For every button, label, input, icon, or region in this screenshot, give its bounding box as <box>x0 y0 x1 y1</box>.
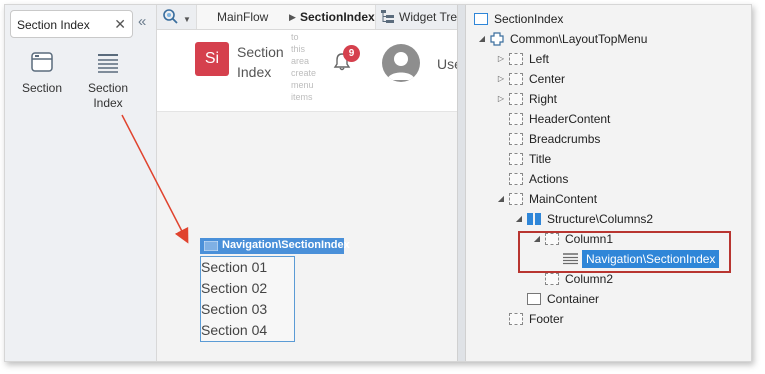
toolbox-search[interactable]: ✕ <box>10 10 133 38</box>
list-item[interactable]: Section 02 <box>201 278 294 299</box>
list-item[interactable]: Section 01 <box>201 257 294 278</box>
hint-line: create <box>291 68 317 78</box>
chevron-down-icon[interactable]: ▼ <box>183 15 191 24</box>
tree-label: Right <box>529 92 558 106</box>
screen-canvas[interactable]: ▼ MainFlow ▶ SectionIndex Widget Tree Si… <box>157 5 464 361</box>
placeholder-icon <box>509 73 523 85</box>
app-name-line: Section <box>237 44 284 60</box>
avatar <box>382 44 420 82</box>
section-index-widget[interactable]: Section 01 Section 02 Section 03 Section… <box>200 256 295 342</box>
hint-line: this <box>291 44 306 54</box>
tree-label: Footer <box>529 312 564 326</box>
chevron-right-icon: ▶ <box>289 12 296 22</box>
toolbox-widget-section-index[interactable]: Section Index <box>83 51 133 111</box>
screen-header-preview: Si Section Index to this area create men… <box>157 30 457 112</box>
placeholder-icon <box>545 273 559 285</box>
placeholder-icon <box>509 313 523 325</box>
chip-label: Navigation\SectionIndex <box>222 239 350 251</box>
placeholder-icon <box>509 173 523 185</box>
tree-label: Container <box>547 292 600 306</box>
placeholder-icon <box>509 153 523 165</box>
expanded-icon[interactable]: ◢ <box>496 190 506 208</box>
collapse-panel-icon[interactable]: « <box>138 14 146 29</box>
user-avatar-icon <box>387 52 415 80</box>
toolbox-widget-section[interactable]: Section <box>17 51 67 96</box>
placeholder-icon <box>509 113 523 125</box>
tab-widget-tree[interactable]: Widget Tree <box>377 5 467 29</box>
toolbox-panel: ✕ « Section Section Index <box>5 5 157 361</box>
breadcrumb-screen: SectionIndex <box>300 10 375 24</box>
columns-icon <box>527 213 541 225</box>
menu-placeholder-hint: to this area create menu items <box>291 31 321 103</box>
collapsed-icon[interactable]: ▷ <box>496 70 506 88</box>
tree-label: MainContent <box>529 192 598 206</box>
tab-bar: ▼ MainFlow ▶ SectionIndex Widget Tree <box>157 5 464 30</box>
highlight-annotation <box>518 231 731 273</box>
tab-screen[interactable]: MainFlow ▶ SectionIndex <box>196 5 376 29</box>
hint-line: items <box>291 92 313 102</box>
collapsed-icon[interactable]: ▷ <box>496 50 506 68</box>
notification-badge: 9 <box>343 45 360 62</box>
tree-label: Title <box>529 152 552 166</box>
placeholder-icon <box>509 193 523 205</box>
expanded-icon[interactable]: ◢ <box>477 30 487 48</box>
hint-line: area <box>291 56 310 66</box>
widget-tree-panel: SectionIndex ◢ Common\LayoutTopMenu ▷ Le… <box>466 5 751 361</box>
close-icon[interactable]: ✕ <box>114 16 126 32</box>
user-name: Use <box>437 56 457 72</box>
search-input[interactable] <box>17 17 112 33</box>
section-index-icon <box>204 241 218 251</box>
tree-label: HeaderContent <box>529 112 611 126</box>
tab-label: Widget Tree <box>399 10 464 24</box>
app-name: Section Index <box>237 42 287 82</box>
list-item[interactable]: Section 03 <box>201 299 294 320</box>
tree-label: Left <box>529 52 550 66</box>
widget-tree-icon <box>381 10 394 23</box>
placeholder-icon <box>509 93 523 105</box>
collapsed-icon[interactable]: ▷ <box>496 90 506 108</box>
breadcrumb-flow: MainFlow <box>217 10 269 24</box>
placeholder-icon <box>509 133 523 145</box>
hint-line: menu <box>291 80 314 90</box>
container-icon <box>527 293 541 305</box>
hint-line: to <box>291 32 299 42</box>
widget-label: Section <box>21 81 63 95</box>
block-icon <box>490 32 504 46</box>
expanded-icon[interactable]: ◢ <box>514 210 524 228</box>
tree-label: Breadcrumbs <box>529 132 601 146</box>
section-icon <box>31 52 53 72</box>
tree-label: Center <box>529 72 566 86</box>
app-window: ✕ « Section Section Index <box>4 4 752 362</box>
screen-search-icon[interactable] <box>162 8 178 24</box>
tree-label: Common\LayoutTopMenu <box>510 32 648 46</box>
widget-label: Section <box>87 81 129 95</box>
tree-label: SectionIndex <box>494 12 564 26</box>
section-index-icon <box>98 54 118 73</box>
screen-icon <box>474 13 488 25</box>
tree-label: Actions <box>529 172 569 186</box>
list-item[interactable]: Section 04 <box>201 320 294 341</box>
selected-widget-chip[interactable]: Navigation\SectionIndex <box>200 238 350 254</box>
app-logo: Si <box>195 42 229 76</box>
panel-splitter[interactable] <box>457 5 466 361</box>
placeholder-icon <box>509 53 523 65</box>
app-name-line: Index <box>237 64 272 80</box>
widget-label: Index <box>93 96 123 110</box>
tree-label: Structure\Columns2 <box>547 212 654 226</box>
